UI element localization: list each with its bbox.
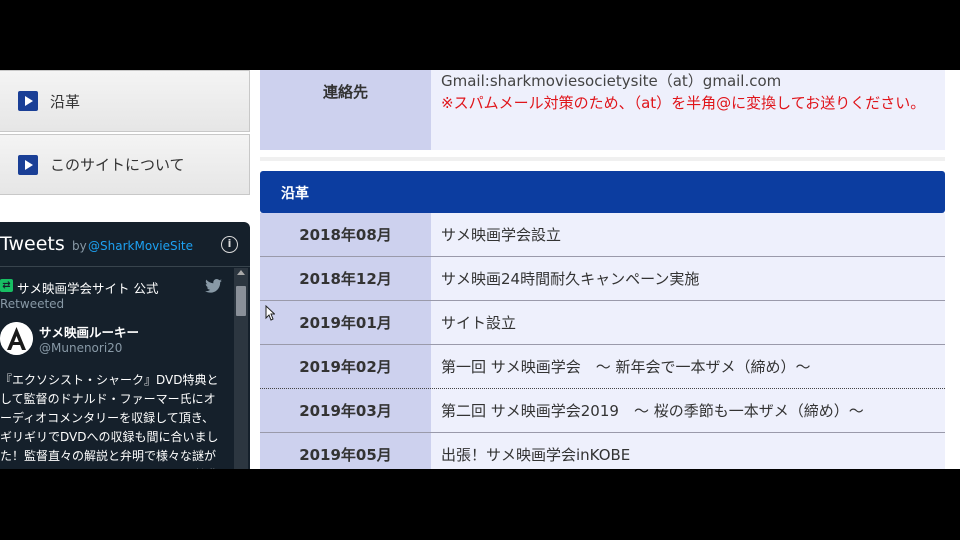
history-date: 2019年03月 bbox=[260, 389, 431, 433]
tweet-author-handle[interactable]: @Munenori20 bbox=[39, 341, 122, 355]
twitter-timeline: Tweets by @SharkMovieSite i ⇄ サメ映画学会サイト … bbox=[0, 222, 250, 469]
play-icon bbox=[18, 91, 38, 111]
history-event: 第一回 サメ映画学会 ～ 新年会で一本ザメ（締め）～ bbox=[431, 345, 945, 389]
contact-email: Gmail:sharkmoviesocietysite（at）gmail.com bbox=[441, 72, 782, 90]
history-event: サメ映画24時間耐久キャンペーン実施 bbox=[431, 257, 945, 301]
history-title: 沿革 bbox=[281, 186, 309, 202]
history-event: 第二回 サメ映画学会2019 ～ 桜の季節も一本ザメ（締め）～ bbox=[431, 389, 945, 433]
scroll-up-arrow-icon[interactable] bbox=[237, 270, 245, 275]
sidebar-item-about[interactable]: このサイトについて bbox=[0, 134, 250, 195]
timeline-handle-link[interactable]: @SharkMovieSite bbox=[88, 239, 193, 253]
info-icon[interactable]: i bbox=[221, 236, 238, 253]
mouse-cursor-icon bbox=[265, 305, 275, 321]
scrollbar-thumb[interactable] bbox=[236, 286, 246, 316]
history-section-header: 沿革 bbox=[260, 171, 945, 213]
history-date: 2019年01月 bbox=[260, 301, 431, 345]
history-event: サイト設立 bbox=[431, 301, 945, 345]
sidebar-item-history[interactable]: 沿革 bbox=[0, 70, 250, 132]
section-divider bbox=[260, 157, 945, 161]
contact-label: 連絡先 bbox=[322, 83, 368, 101]
sidebar-item-label: 沿革 bbox=[50, 92, 81, 111]
spam-notice: ※スパムメール対策のため、（at）を半角@に変換してお送りください。 bbox=[441, 94, 926, 112]
avatar[interactable] bbox=[0, 322, 33, 355]
contact-value-cell: Gmail:sharkmoviesocietysite（at）gmail.com… bbox=[431, 70, 945, 150]
twitter-bird-icon[interactable] bbox=[205, 279, 222, 293]
timeline-by: by bbox=[72, 239, 87, 253]
contact-table: 連絡先 Gmail:sharkmoviesocietysite（at）gmail… bbox=[260, 70, 945, 150]
history-date: 2018年08月 bbox=[260, 213, 431, 257]
timeline-scrollbar[interactable] bbox=[234, 268, 248, 469]
history-date: 2019年05月 bbox=[260, 433, 431, 469]
table-row: 2019年05月 出張！サメ映画学会inKOBE bbox=[260, 433, 945, 469]
history-event: サメ映画学会設立 bbox=[431, 213, 945, 257]
retweeted-label: Retweeted bbox=[0, 297, 65, 311]
table-row: 2018年08月 サメ映画学会設立 bbox=[260, 213, 945, 257]
history-event: 出張！サメ映画学会inKOBE bbox=[431, 433, 945, 469]
browser-viewport: 沿革 このサイトについて Tweets by @SharkMovieSite i… bbox=[0, 70, 960, 469]
contact-label-cell: 連絡先 bbox=[260, 70, 431, 150]
table-row: 2019年01月 サイト設立 bbox=[260, 301, 945, 345]
history-date: 2018年12月 bbox=[260, 257, 431, 301]
table-row: 2019年03月 第二回 サメ映画学会2019 ～ 桜の季節も一本ザメ（締め）～ bbox=[260, 389, 945, 433]
play-icon bbox=[18, 154, 38, 175]
table-row: 2019年02月 第一回 サメ映画学会 ～ 新年会で一本ザメ（締め）～ bbox=[260, 345, 945, 389]
history-table: 2018年08月 サメ映画学会設立 2018年12月 サメ映画24時間耐久キャン… bbox=[260, 213, 945, 469]
table-row: 2018年12月 サメ映画24時間耐久キャンペーン実施 bbox=[260, 257, 945, 301]
retweeter-name[interactable]: サメ映画学会サイト 公式 bbox=[17, 278, 158, 297]
history-date: 2019年02月 bbox=[260, 345, 431, 389]
retweet-icon: ⇄ bbox=[0, 279, 13, 292]
timeline-title: Tweets bbox=[0, 233, 65, 255]
tweet-text: 『エクソシスト・シャーク』DVD特典と して監督のドナルド・ファーマー氏にオ ー… bbox=[0, 373, 219, 469]
sidebar-item-label: このサイトについて bbox=[50, 156, 185, 174]
tweet-author-name[interactable]: サメ映画ルーキー bbox=[39, 322, 139, 341]
timeline-header: Tweets by @SharkMovieSite i bbox=[0, 222, 250, 267]
